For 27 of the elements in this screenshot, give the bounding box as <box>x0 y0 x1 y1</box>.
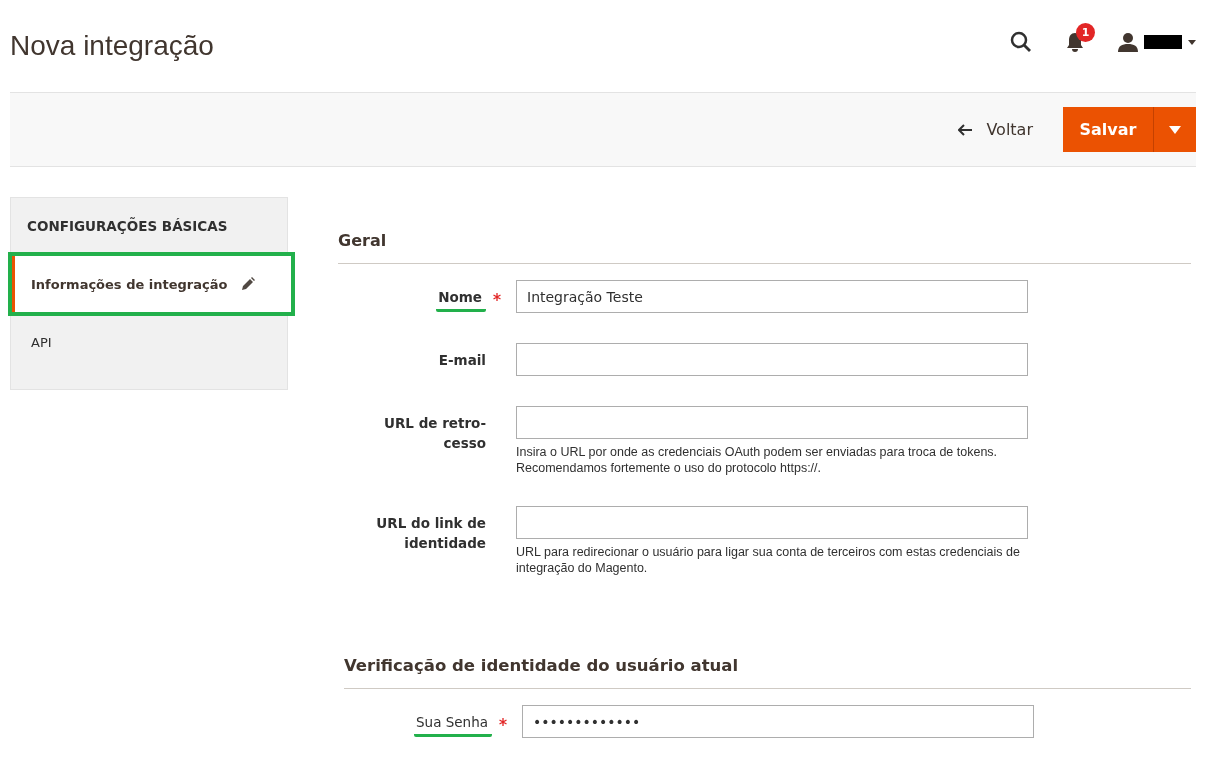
input-field[interactable]: ••••••••••••• <box>522 705 1034 738</box>
input-field[interactable] <box>516 343 1028 376</box>
search-icon[interactable] <box>1010 31 1032 53</box>
user-icon[interactable] <box>1118 32 1138 52</box>
save-button[interactable]: Salvar <box>1063 107 1154 152</box>
field-label: URL do link de identidade <box>375 514 486 553</box>
section-title: Verificação de identidade do usuário atual <box>344 656 1191 689</box>
section-title: Geral <box>338 231 1191 264</box>
input-field[interactable] <box>516 406 1028 439</box>
input-field[interactable]: Integração Teste <box>516 280 1028 313</box>
sidebar-item[interactable]: API <box>11 313 287 371</box>
input-field[interactable] <box>516 506 1028 539</box>
page-title: Nova integração <box>10 30 214 62</box>
caret-icon <box>1169 125 1181 134</box>
field-label: Nome <box>436 287 486 312</box>
caret-icon[interactable] <box>1188 39 1196 45</box>
arrow-left-icon <box>958 123 973 136</box>
redacted-name-block <box>1144 35 1182 49</box>
field-note: Insira o URL por onde as credenciais OAuth podem ser enviadas para troca de tokens. Recomendamos fortemente o uso do protocolo https://. <box>516 444 999 476</box>
field-label: Sua Senha <box>414 712 492 737</box>
field-label: E-mail <box>437 351 486 370</box>
back-button[interactable]: Voltar <box>958 120 1033 139</box>
save-options-button[interactable] <box>1154 107 1196 152</box>
field-label: URL de retro-cesso <box>383 414 486 453</box>
notification-badge: 1 <box>1076 23 1095 42</box>
field-note: URL para redirecionar o usuário para ligar sua conta de terceiros com estas credenciais de integração do Magento. <box>516 544 1021 576</box>
sidebar-item[interactable]: Informações de integração <box>11 255 292 313</box>
